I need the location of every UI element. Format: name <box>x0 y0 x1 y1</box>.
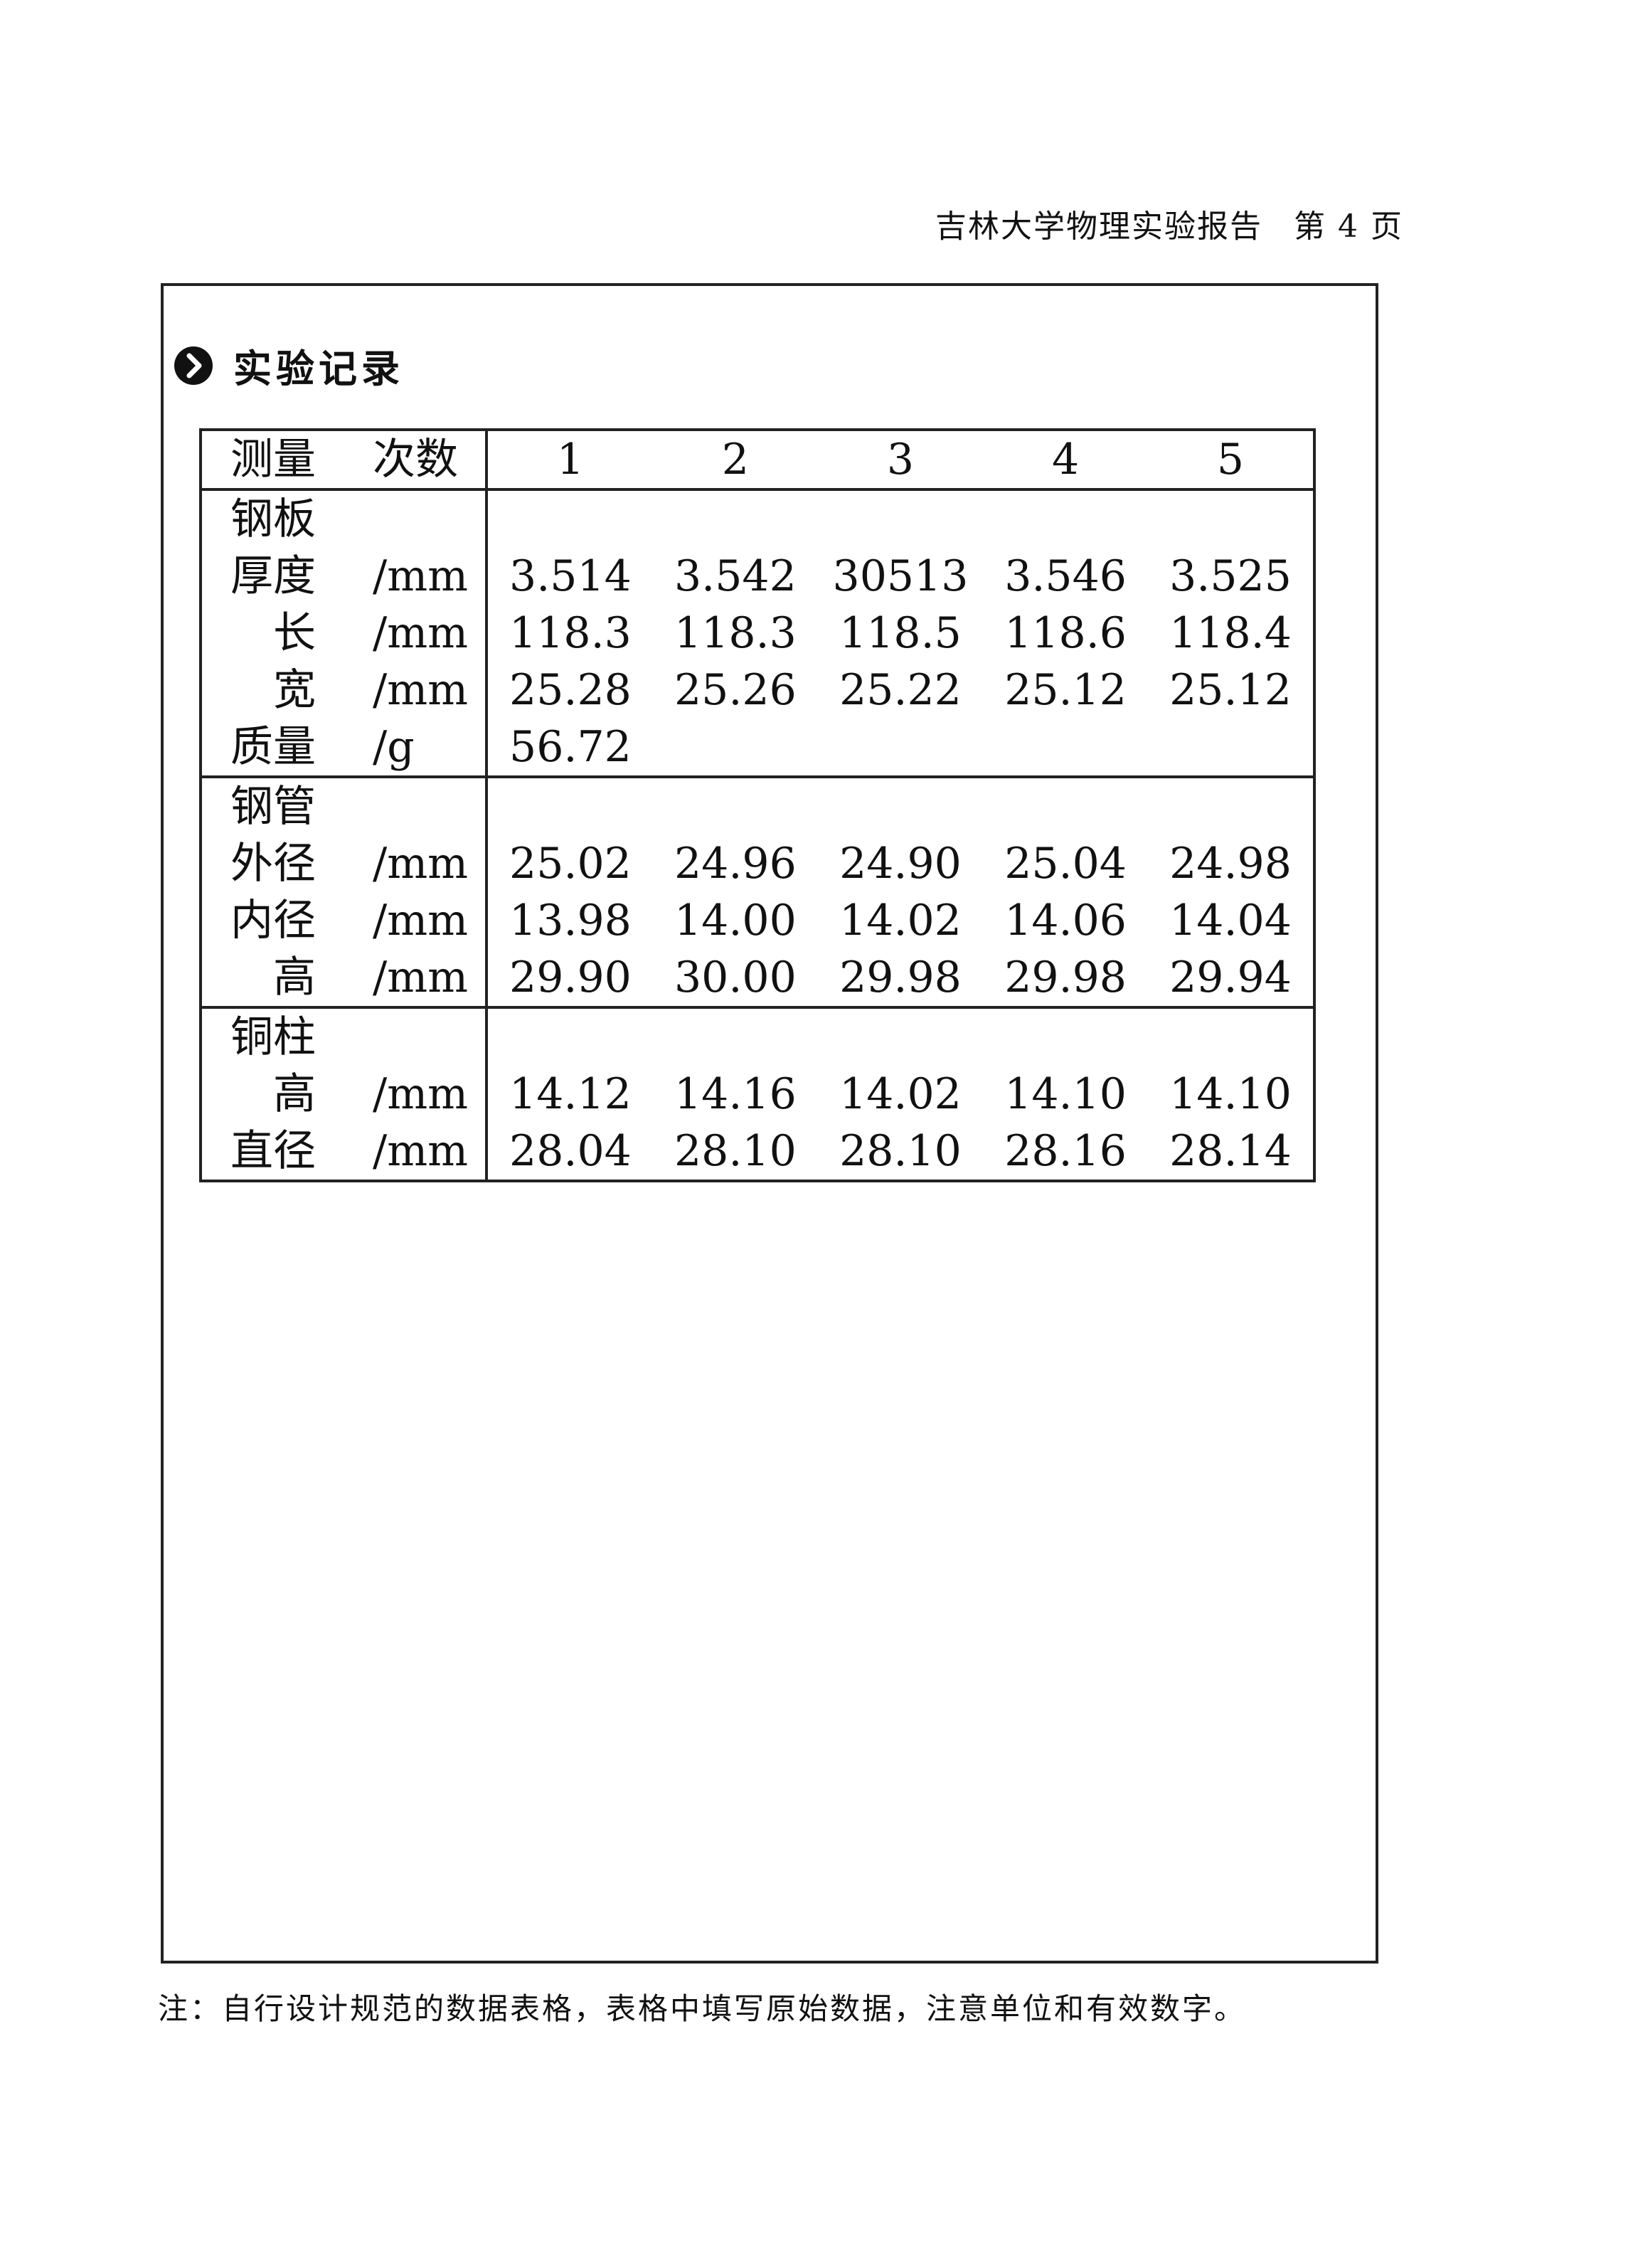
group-name: 钢管 <box>230 782 316 832</box>
row-label: 高 <box>273 953 316 1002</box>
trial-header: 4 <box>983 430 1149 491</box>
row-unit: /mm <box>373 1069 469 1119</box>
value-cell: 118.3 <box>509 608 632 658</box>
value-cell: 28.10 <box>674 1126 797 1176</box>
table-row: 宽/mm 25.28 25.26 25.22 25.12 25.12 <box>201 662 1314 719</box>
row-unit: /mm <box>373 953 469 1002</box>
value-cell: 3.514 <box>509 551 632 601</box>
value-cell: 30513 <box>832 551 969 601</box>
table-row: 高/mm 29.90 30.00 29.98 29.98 29.94 <box>201 949 1314 1009</box>
value-cell: 28.16 <box>1004 1126 1127 1176</box>
value-cell <box>1148 719 1314 778</box>
table-row: 外径/mm 25.02 24.96 24.90 25.04 24.98 <box>201 835 1314 892</box>
page-header: 吉林大学物理实验报告第 4 页 <box>935 201 1403 246</box>
value-cell: 30.00 <box>652 949 818 1009</box>
value-cell: 14.12 <box>509 1069 632 1119</box>
trial-header: 2 <box>652 430 818 491</box>
value-cell: 3.542 <box>674 551 797 601</box>
value-cell: 25.04 <box>1004 839 1127 889</box>
header-label-cell: 测量 次数 <box>201 430 488 491</box>
value-cell: 24.98 <box>1169 839 1292 889</box>
value-cell <box>983 719 1149 778</box>
row-label: 宽 <box>273 665 316 715</box>
value-cell: 14.10 <box>1169 1069 1292 1119</box>
row-label: 外径 <box>230 839 316 889</box>
report-title: 吉林大学物理实验报告 <box>935 208 1263 245</box>
value-cell: 14.00 <box>674 896 797 945</box>
trial-header: 3 <box>817 430 984 491</box>
value-cell: 118.3 <box>674 608 797 658</box>
value-cell: 118.6 <box>1004 608 1127 658</box>
value-cell: 24.90 <box>839 839 962 889</box>
group-name-row: 钢管 <box>201 777 1314 835</box>
value-cell: 25.26 <box>674 665 797 715</box>
row-unit: /mm <box>373 839 469 889</box>
record-frame: 实验记录 测量 次数 1 2 3 4 5 钢板 厚度/mm 3.514 3.54… <box>161 283 1378 1964</box>
row-label: 厚度 <box>230 551 316 601</box>
value-cell: 28.14 <box>1169 1126 1292 1176</box>
value-cell <box>652 719 818 778</box>
value-cell: 25.12 <box>1169 665 1292 715</box>
value-cell: 29.90 <box>486 949 653 1009</box>
table-row: 直径/mm 28.04 28.10 28.10 28.16 28.14 <box>201 1123 1314 1181</box>
section-title: 实验记录 <box>233 346 404 391</box>
value-cell: 28.04 <box>509 1126 632 1176</box>
row-unit: /mm <box>373 896 469 945</box>
value-cell: 29.98 <box>983 949 1149 1009</box>
value-cell: 3.546 <box>1004 551 1127 601</box>
page-number: 第 4 页 <box>1294 208 1403 245</box>
row-unit: /mm <box>373 608 469 658</box>
row-label: 内径 <box>230 896 316 945</box>
value-cell: 118.5 <box>839 608 962 658</box>
header-measure-label: 测量 <box>230 435 316 484</box>
section-heading: 实验记录 <box>174 337 404 393</box>
value-cell: 28.10 <box>839 1126 962 1176</box>
trial-header: 1 <box>486 430 653 491</box>
value-cell: 25.12 <box>1004 665 1127 715</box>
row-unit: /mm <box>373 665 469 715</box>
value-cell: 56.72 <box>486 719 653 778</box>
data-table: 测量 次数 1 2 3 4 5 钢板 厚度/mm 3.514 3.542 305… <box>199 428 1316 1182</box>
value-cell: 29.98 <box>817 949 984 1009</box>
table-row: 长/mm 118.3 118.3 118.5 118.6 118.4 <box>201 605 1314 662</box>
value-cell: 25.28 <box>509 665 632 715</box>
row-label: 高 <box>273 1069 316 1119</box>
value-cell: 29.94 <box>1148 949 1314 1009</box>
value-cell: 14.06 <box>1004 896 1127 945</box>
chevron-right-circle-icon <box>174 346 213 386</box>
value-cell: 13.98 <box>509 896 632 945</box>
table-row: 厚度/mm 3.514 3.542 30513 3.546 3.525 <box>201 548 1314 605</box>
row-unit: /mm <box>373 551 469 601</box>
value-cell: 14.04 <box>1169 896 1292 945</box>
group-name-row: 钢板 <box>201 489 1314 548</box>
row-unit: /g <box>373 722 415 772</box>
row-label: 质量 <box>230 722 316 772</box>
group-name: 钢板 <box>230 494 316 544</box>
row-label: 长 <box>273 608 316 658</box>
header-trial-label: 次数 <box>373 435 458 484</box>
value-cell: 25.22 <box>839 665 962 715</box>
table-header-row: 测量 次数 1 2 3 4 5 <box>201 430 1314 491</box>
row-unit: /mm <box>373 1126 469 1176</box>
table-row: 质量/g 56.72 <box>201 719 1314 778</box>
row-label: 直径 <box>230 1126 316 1176</box>
value-cell: 3.525 <box>1169 551 1292 601</box>
value-cell: 24.96 <box>674 839 797 889</box>
value-cell: 14.10 <box>1004 1069 1127 1119</box>
value-cell: 14.16 <box>674 1069 797 1119</box>
value-cell <box>817 719 984 778</box>
table-row: 内径/mm 13.98 14.00 14.02 14.06 14.04 <box>201 892 1314 949</box>
footnote: 注：自行设计规范的数据表格，表格中填写原始数据，注意单位和有效数字。 <box>158 1991 1247 2026</box>
value-cell: 14.02 <box>839 896 962 945</box>
table-row: 高/mm 14.12 14.16 14.02 14.10 14.10 <box>201 1066 1314 1123</box>
value-cell: 14.02 <box>839 1069 962 1119</box>
value-cell: 118.4 <box>1169 608 1292 658</box>
value-cell: 25.02 <box>509 839 632 889</box>
group-name-row: 铜柱 <box>201 1007 1314 1066</box>
group-name: 铜柱 <box>230 1012 316 1062</box>
trial-header: 5 <box>1148 430 1314 491</box>
